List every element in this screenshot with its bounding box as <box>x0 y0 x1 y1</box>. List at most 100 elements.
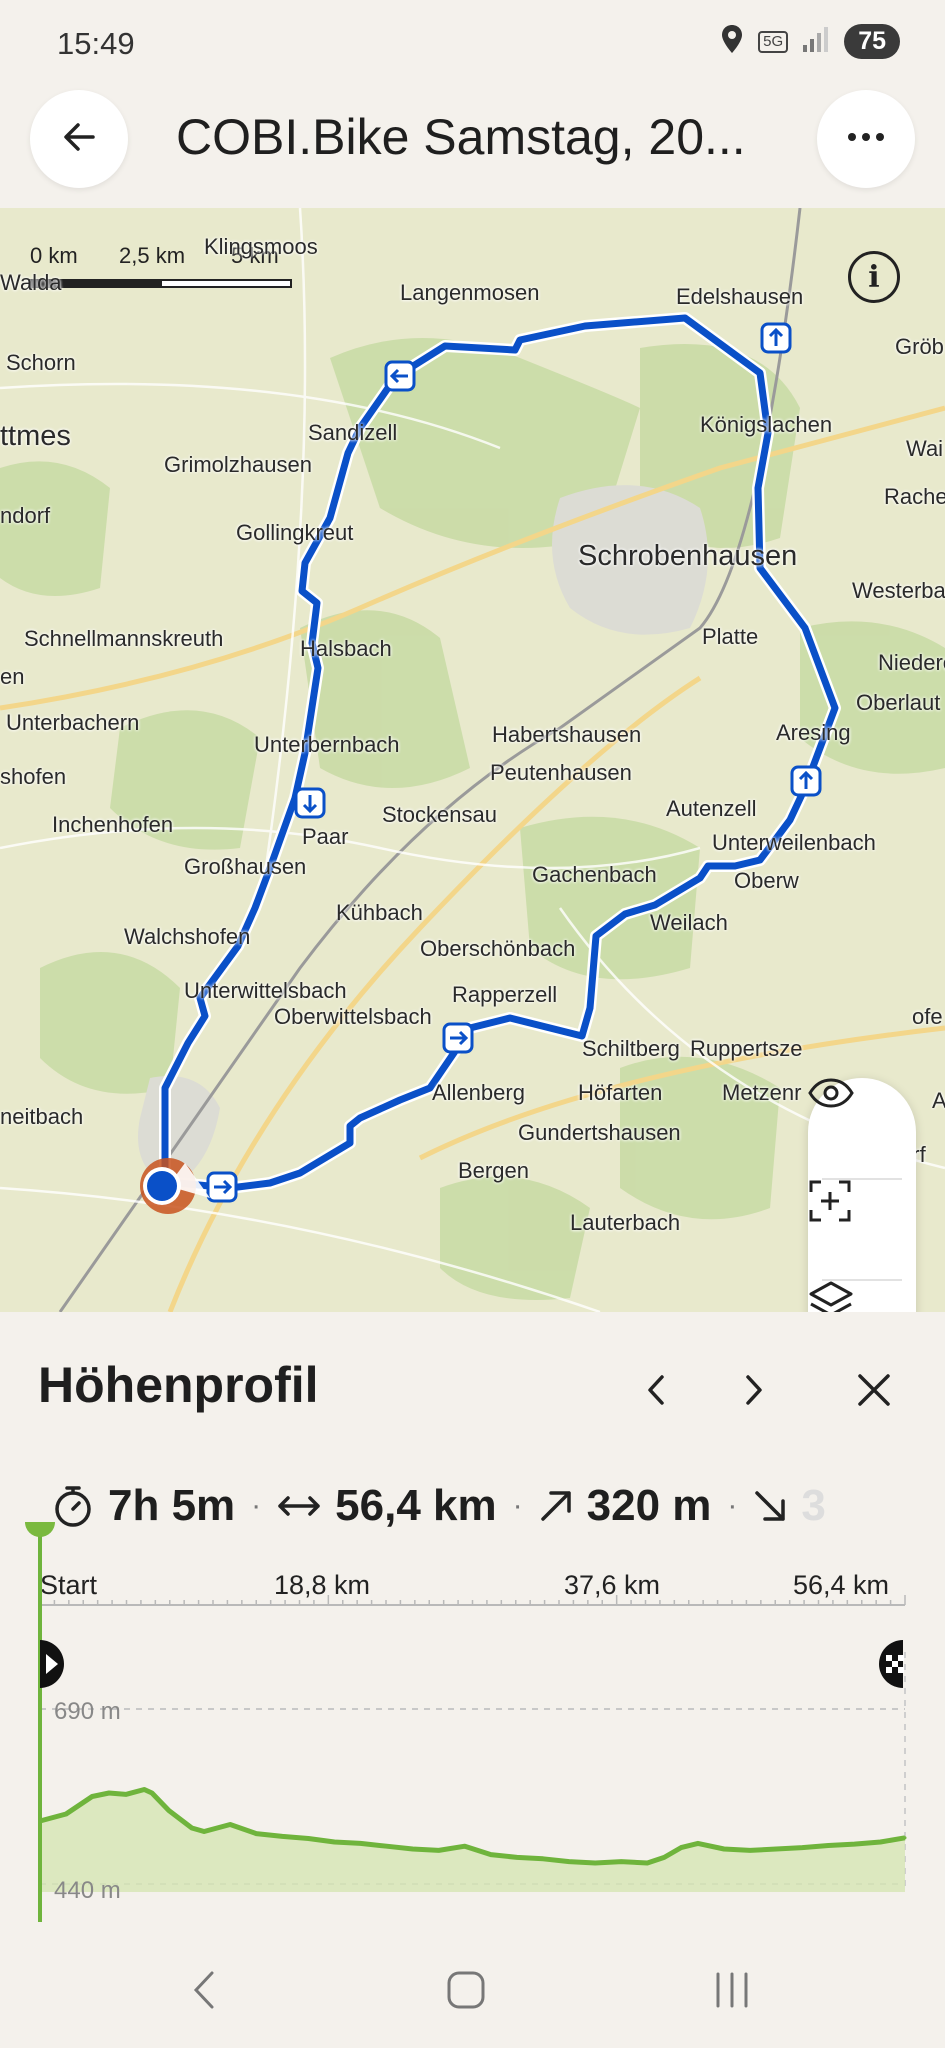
scale-bar-light <box>160 279 292 288</box>
map-place-label: Oberw <box>734 868 799 893</box>
network-label: 5G <box>758 30 789 53</box>
elevation-point <box>489 1853 493 1857</box>
separator-dot: · <box>251 1489 262 1522</box>
map-place-label: Königslachen <box>700 412 833 437</box>
chevron-left-icon <box>645 1374 667 1411</box>
recents-nav-icon[interactable] <box>702 1960 762 2020</box>
elevation-point <box>190 1826 194 1830</box>
map-place-label: Weilach <box>650 910 728 935</box>
elevation-point <box>107 1791 111 1795</box>
elevation-point <box>90 1795 94 1798</box>
map-place-label: shofen <box>0 764 67 789</box>
elevation-point <box>202 1830 206 1833</box>
elevation-point <box>903 1836 907 1840</box>
map-place-label: Niedere <box>878 650 945 675</box>
axis-tick-marks <box>39 1595 906 1605</box>
elevation-point <box>774 1847 778 1851</box>
map-place-label: ofe <box>912 1004 943 1029</box>
network-5g-icon: 5G <box>758 30 789 53</box>
elevation-point <box>722 1847 726 1851</box>
map-place-label: neitbach <box>0 1104 84 1129</box>
start-flag-icon <box>40 1640 64 1688</box>
map-place-label: Unterbernbach <box>254 732 400 757</box>
elevation-point <box>332 1840 336 1844</box>
map-place-label: Schnellmannskreuth <box>24 626 224 651</box>
elevation-point <box>645 1861 649 1865</box>
elevation-area <box>40 1789 905 1892</box>
map-place-label: Lauterbach <box>570 1210 681 1235</box>
map-place-label: Oberlaut <box>856 690 941 715</box>
map-place-label: Bergen <box>458 1158 529 1183</box>
map-place-label: Klingsmoos <box>204 234 318 259</box>
elevation-point <box>567 1860 571 1864</box>
map-place-label: A <box>932 1088 945 1113</box>
system-nav-bar <box>0 1922 945 2048</box>
layers-icon[interactable] <box>808 1280 916 1312</box>
map-place-label: Walda <box>0 270 62 295</box>
arrow-left-icon <box>59 117 99 162</box>
map-place-label: Schorn <box>6 350 76 375</box>
map-place-label: Oberschönbach <box>420 936 576 961</box>
elevation-point <box>826 1844 830 1847</box>
map-tools <box>808 1078 916 1312</box>
next-button[interactable] <box>724 1362 784 1422</box>
chevron-right-icon <box>743 1374 765 1411</box>
separator-dot: · <box>512 1489 523 1522</box>
elevation-point <box>385 1844 389 1848</box>
map-place-label: Autenzell <box>666 796 757 821</box>
elevation-point <box>619 1860 623 1864</box>
close-button[interactable] <box>844 1362 904 1422</box>
map-place-label: Rapperzell <box>452 982 558 1007</box>
elevation-point <box>662 1855 666 1859</box>
add-frame-icon[interactable] <box>808 1179 916 1280</box>
map-place-label: Stockensau <box>382 802 497 827</box>
cursor-handle <box>25 1522 55 1537</box>
scale-label: 2,5 km <box>119 243 186 268</box>
distance-arrows-icon <box>277 1494 321 1518</box>
map-place-label: Westerba <box>852 578 945 603</box>
map-place-label: Großhausen <box>184 854 307 879</box>
home-nav-icon[interactable] <box>436 1960 496 2020</box>
elevation-point <box>142 1788 146 1791</box>
elevation-point <box>167 1809 171 1812</box>
back-nav-icon[interactable] <box>174 1960 234 2020</box>
elevation-point <box>228 1823 232 1826</box>
map-place-label: Gachenbach <box>532 862 657 887</box>
elevation-point <box>593 1861 597 1865</box>
map-place-label: Metzenr <box>722 1080 802 1105</box>
map-place-label: Gröb <box>895 334 944 359</box>
elevation-point <box>124 1792 128 1796</box>
elevation-point <box>150 1791 154 1795</box>
map-place-label: Aresing <box>776 720 851 745</box>
back-button[interactable] <box>30 90 128 188</box>
sheet-title: Höhenprofil <box>38 1357 319 1413</box>
elevation-profile-chart[interactable] <box>0 1522 945 1922</box>
map-place-label: Wai <box>906 436 944 461</box>
elevation-point <box>541 1857 545 1861</box>
map-place-label: Gundertshausen <box>518 1120 681 1145</box>
descent-arrow-icon <box>753 1489 787 1523</box>
elevation-point <box>254 1832 258 1836</box>
map-place-label: ttmes <box>0 420 71 452</box>
map-place-label: Rache <box>884 484 945 509</box>
eye-icon[interactable] <box>808 1078 916 1179</box>
previous-button[interactable] <box>626 1362 686 1422</box>
map-place-label: Platte <box>702 624 759 649</box>
map-place-label: Halsbach <box>300 636 392 661</box>
route-map[interactable]: 0 km 2,5 km 5 km Klingsmoos Walda Langenmo… <box>0 208 945 1312</box>
status-time: 15:49 <box>57 26 135 61</box>
more-options-button[interactable] <box>817 90 915 188</box>
elevation-sheet: Höhenprofil 7h 5m · 56,4 km · 320 m · 3 … <box>0 1312 945 1922</box>
map-place-label: Grimolzhausen <box>164 452 312 477</box>
map-place-label: Inchenhofen <box>52 812 174 837</box>
map-place-label: Walchshofen <box>124 924 251 949</box>
map-place-label: Höfarten <box>578 1080 663 1105</box>
map-canvas <box>0 208 945 1312</box>
elevation-point <box>437 1848 441 1852</box>
elevation-point <box>306 1837 310 1840</box>
map-place-label: Unterbachern <box>6 710 140 735</box>
elevation-point <box>463 1844 467 1848</box>
info-icon[interactable]: i <box>848 251 900 303</box>
elevation-point <box>64 1812 68 1816</box>
map-place-label: Schiltberg <box>582 1036 680 1061</box>
